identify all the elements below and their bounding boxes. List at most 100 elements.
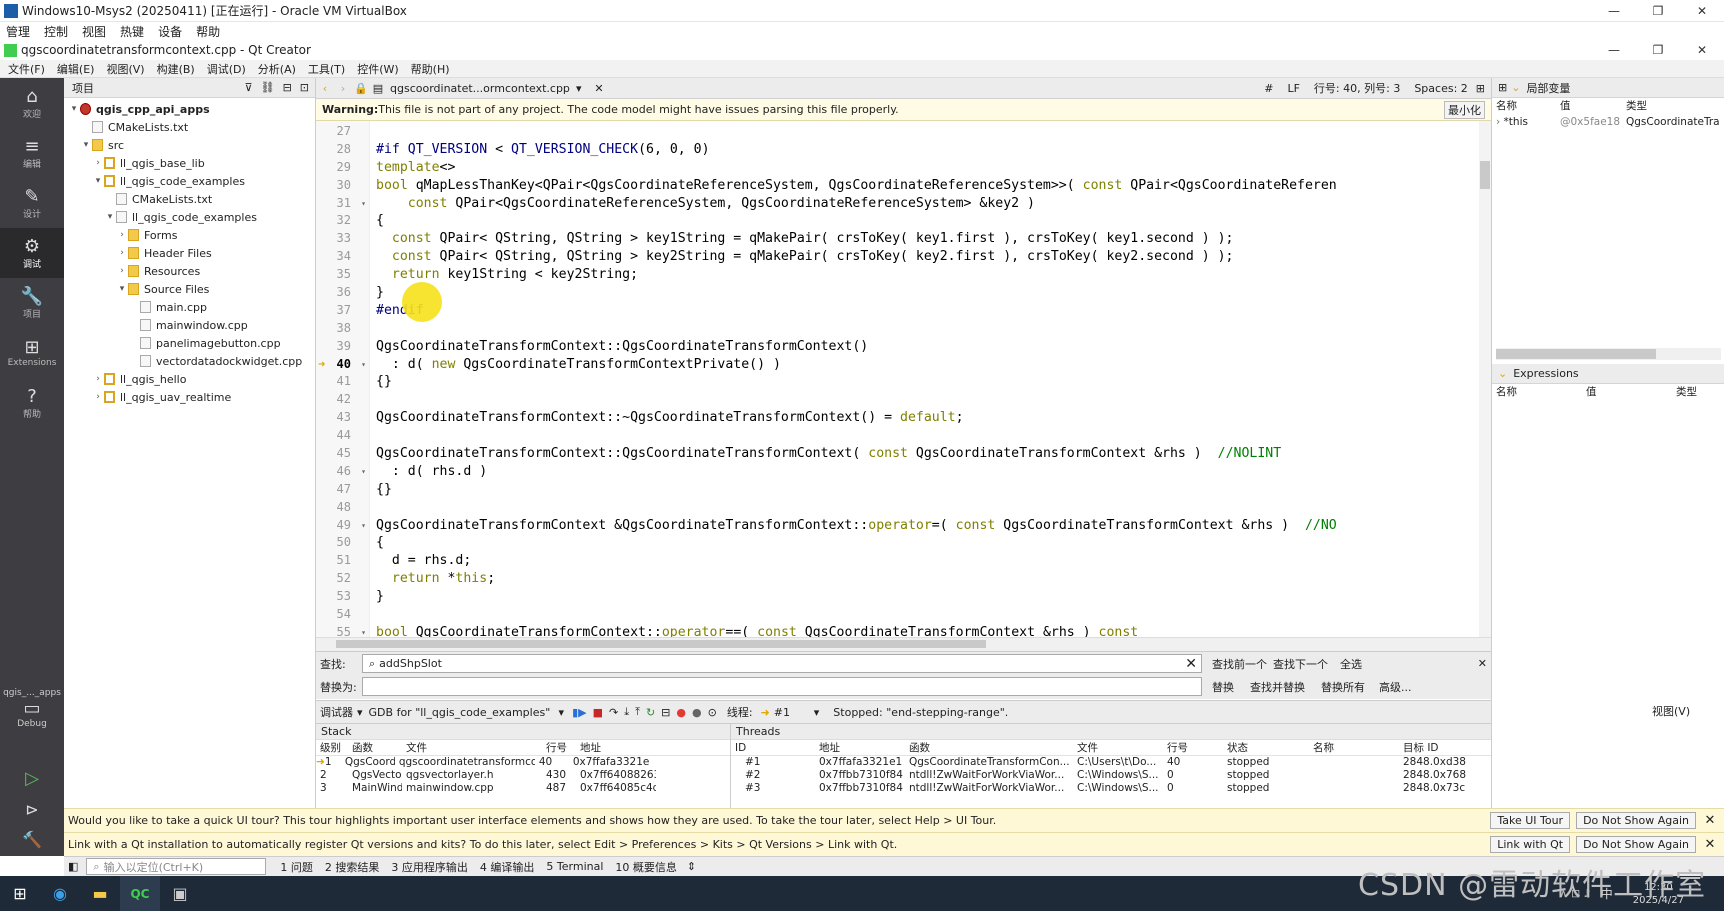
vbox-menu-item[interactable]: 管理 bbox=[6, 23, 30, 40]
tree-item[interactable]: ▾ qgis_cpp_api_apps bbox=[64, 100, 315, 118]
cursor-position[interactable]: 行号: 40, 列号: 3 bbox=[1314, 80, 1400, 96]
line-number[interactable]: 28 bbox=[316, 141, 369, 159]
vbox-menu-item[interactable]: 帮助 bbox=[196, 23, 220, 40]
tree-item[interactable]: ▾ Source Files bbox=[64, 280, 315, 298]
horizontal-scroll-thumb[interactable] bbox=[336, 640, 986, 648]
expand-arrow-icon[interactable]: ▾ bbox=[92, 176, 104, 186]
horizontal-scrollbar[interactable] bbox=[316, 637, 1491, 651]
line-number[interactable]: 51 bbox=[316, 552, 369, 570]
line-number[interactable]: 30 bbox=[316, 177, 369, 195]
stack-col-header[interactable]: 级别 bbox=[316, 740, 348, 755]
operate-by-instruction-icon[interactable]: ⊟ bbox=[661, 706, 670, 719]
tree-item[interactable]: › ll_qgis_base_lib bbox=[64, 154, 315, 172]
line-number[interactable]: 44 bbox=[316, 427, 369, 445]
vbox-menu-item[interactable]: 控制 bbox=[44, 23, 68, 40]
stack-row[interactable]: 2 QgsVectorL... qgsvectorlayer.h 430 0x7ff64… bbox=[316, 769, 730, 782]
fold-marker-icon[interactable]: ▾ bbox=[361, 356, 366, 374]
code-line[interactable]: #if QT_VERSION < QT_VERSION_CHECK(6, 0, … bbox=[376, 141, 1476, 159]
kit-selector[interactable]: qgis_..._apps ▭ Debug bbox=[0, 688, 64, 729]
find-prev-button[interactable]: 查找前一个 bbox=[1212, 656, 1267, 672]
threads-col-header[interactable]: 函数 bbox=[905, 740, 1073, 755]
code-line[interactable]: } bbox=[376, 588, 1476, 606]
code-line[interactable] bbox=[376, 320, 1476, 338]
debugger-engine-select[interactable]: GDB for "ll_qgis_code_examples" bbox=[369, 706, 559, 719]
code-line[interactable]: QgsCoordinateTransformContext::QgsCoordi… bbox=[376, 338, 1476, 356]
tree-item[interactable]: ▾ ll_qgis_code_examples bbox=[64, 172, 315, 190]
tree-item[interactable]: CMakeLists.txt bbox=[64, 118, 315, 136]
line-number[interactable]: 35 bbox=[316, 266, 369, 284]
vbox-menu-item[interactable]: 设备 bbox=[158, 23, 182, 40]
locator-input[interactable]: ⌕ 输入以定位(Ctrl+K) bbox=[86, 858, 267, 875]
step-into-icon[interactable]: ⤓ bbox=[624, 705, 629, 719]
fold-marker-icon[interactable]: ▾ bbox=[361, 517, 366, 535]
step-over-icon[interactable]: ↷ bbox=[609, 706, 618, 719]
stack-col-header[interactable]: 行号 bbox=[542, 740, 576, 755]
link-with-qt-button[interactable]: Link with Qt bbox=[1490, 836, 1571, 853]
split-icon[interactable]: ⊟ bbox=[283, 81, 292, 94]
line-number[interactable]: ➜ 40 ▾ bbox=[316, 356, 369, 374]
breakpoint-icon[interactable]: ● bbox=[676, 706, 686, 719]
line-number[interactable]: 53 bbox=[316, 588, 369, 606]
tree-item[interactable]: ▾ ll_qgis_code_examples bbox=[64, 208, 315, 226]
debugger-dropdown-icon[interactable]: ▾ bbox=[357, 706, 363, 719]
mode-projects[interactable]: 🔧 项目 bbox=[0, 278, 64, 328]
filter-icon[interactable]: ⊽ bbox=[245, 81, 253, 94]
output-tab[interactable]: 5 Terminal bbox=[546, 860, 603, 873]
collapse-icon[interactable]: ⌄ bbox=[1511, 81, 1520, 94]
code-line[interactable]: #endif bbox=[376, 302, 1476, 320]
locals-row[interactable]: › *this @0x5fae18 QgsCoordinateTra bbox=[1492, 114, 1724, 130]
line-number[interactable]: 38 bbox=[316, 320, 369, 338]
code-area[interactable]: #if QT_VERSION < QT_VERSION_CHECK(6, 0, … bbox=[376, 123, 1476, 637]
locals-scrollbar[interactable] bbox=[1496, 348, 1721, 360]
tree-item[interactable]: main.cpp bbox=[64, 298, 315, 316]
tree-item[interactable]: ▾ src bbox=[64, 136, 315, 154]
code-line[interactable]: : d( rhs.d ) bbox=[376, 463, 1476, 481]
debug-run-button[interactable]: ⊳ bbox=[0, 800, 64, 819]
output-tab[interactable]: 3 应用程序输出 bbox=[391, 859, 468, 875]
more-tabs-icon[interactable]: ⇕ bbox=[687, 860, 696, 873]
find-next-button[interactable]: 查找下一个 bbox=[1273, 656, 1328, 672]
engine-dropdown-icon[interactable]: ▾ bbox=[559, 706, 565, 719]
line-number[interactable]: 41 bbox=[316, 373, 369, 391]
threads-col-header[interactable]: 名称 bbox=[1309, 740, 1399, 755]
mode-welcome[interactable]: ⌂ 欢迎 bbox=[0, 78, 64, 128]
qt-creator-taskbar-icon[interactable]: QC bbox=[120, 876, 160, 911]
code-line[interactable] bbox=[376, 427, 1476, 445]
line-number[interactable]: 46 ▾ bbox=[316, 463, 369, 481]
collapse-icon[interactable]: ⌄ bbox=[1498, 367, 1507, 380]
forward-icon[interactable]: › bbox=[334, 82, 352, 95]
code-line[interactable]: d = rhs.d; bbox=[376, 552, 1476, 570]
output-tab[interactable]: 10 概要信息 bbox=[615, 859, 677, 875]
line-number[interactable]: 37 bbox=[316, 302, 369, 320]
qt-menu-build[interactable]: 构建(B) bbox=[157, 61, 195, 77]
advanced-button[interactable]: 高级... bbox=[1379, 679, 1412, 695]
take-ui-tour-button[interactable]: Take UI Tour bbox=[1490, 812, 1571, 829]
expand-arrow-icon[interactable]: › bbox=[92, 158, 104, 168]
expand-arrow-icon[interactable]: › bbox=[116, 230, 128, 240]
line-number[interactable]: 48 bbox=[316, 499, 369, 517]
line-number[interactable]: 52 bbox=[316, 570, 369, 588]
locals-scroll-thumb[interactable] bbox=[1496, 349, 1656, 359]
qt-menu-analyze[interactable]: 分析(A) bbox=[258, 61, 296, 77]
qt-menu-debug[interactable]: 调试(D) bbox=[207, 61, 246, 77]
code-line[interactable]: const QPair<QgsCoordinateReferenceSystem… bbox=[376, 195, 1476, 213]
stop-icon[interactable]: ■ bbox=[593, 706, 603, 719]
code-line[interactable]: QgsCoordinateTransformContext::~QgsCoord… bbox=[376, 409, 1476, 427]
thread-dropdown-icon[interactable]: ▾ bbox=[814, 706, 820, 719]
code-editor[interactable]: 27 28 29 30 31 ▾ 32 33 34 35 36 37 38 39 ➜ 40 ▾ 41 42 43 44 4… bbox=[316, 121, 1491, 637]
tree-item[interactable]: › ll_qgis_hello bbox=[64, 370, 315, 388]
code-line[interactable]: QgsCoordinateTransformContext::QgsCoordi… bbox=[376, 445, 1476, 463]
code-line[interactable]: bool QgsCoordinateTransformContext::oper… bbox=[376, 624, 1476, 637]
view-menu[interactable]: 视图(V) bbox=[1652, 703, 1690, 719]
step-out-icon[interactable]: ⤒ bbox=[635, 705, 640, 719]
do-not-show-again-button[interactable]: Do Not Show Again bbox=[1576, 812, 1696, 829]
tree-item[interactable]: CMakeLists.txt bbox=[64, 190, 315, 208]
stack-col-header[interactable]: 地址 bbox=[576, 740, 656, 755]
stack-col-header[interactable]: 文件 bbox=[402, 740, 542, 755]
line-number[interactable]: 50 bbox=[316, 534, 369, 552]
code-line[interactable]: const QPair< QString, QString > key1Stri… bbox=[376, 230, 1476, 248]
line-number[interactable]: 31 ▾ bbox=[316, 195, 369, 213]
line-number[interactable]: 33 bbox=[316, 230, 369, 248]
code-line[interactable]: { bbox=[376, 534, 1476, 552]
code-line[interactable]: template<> bbox=[376, 159, 1476, 177]
